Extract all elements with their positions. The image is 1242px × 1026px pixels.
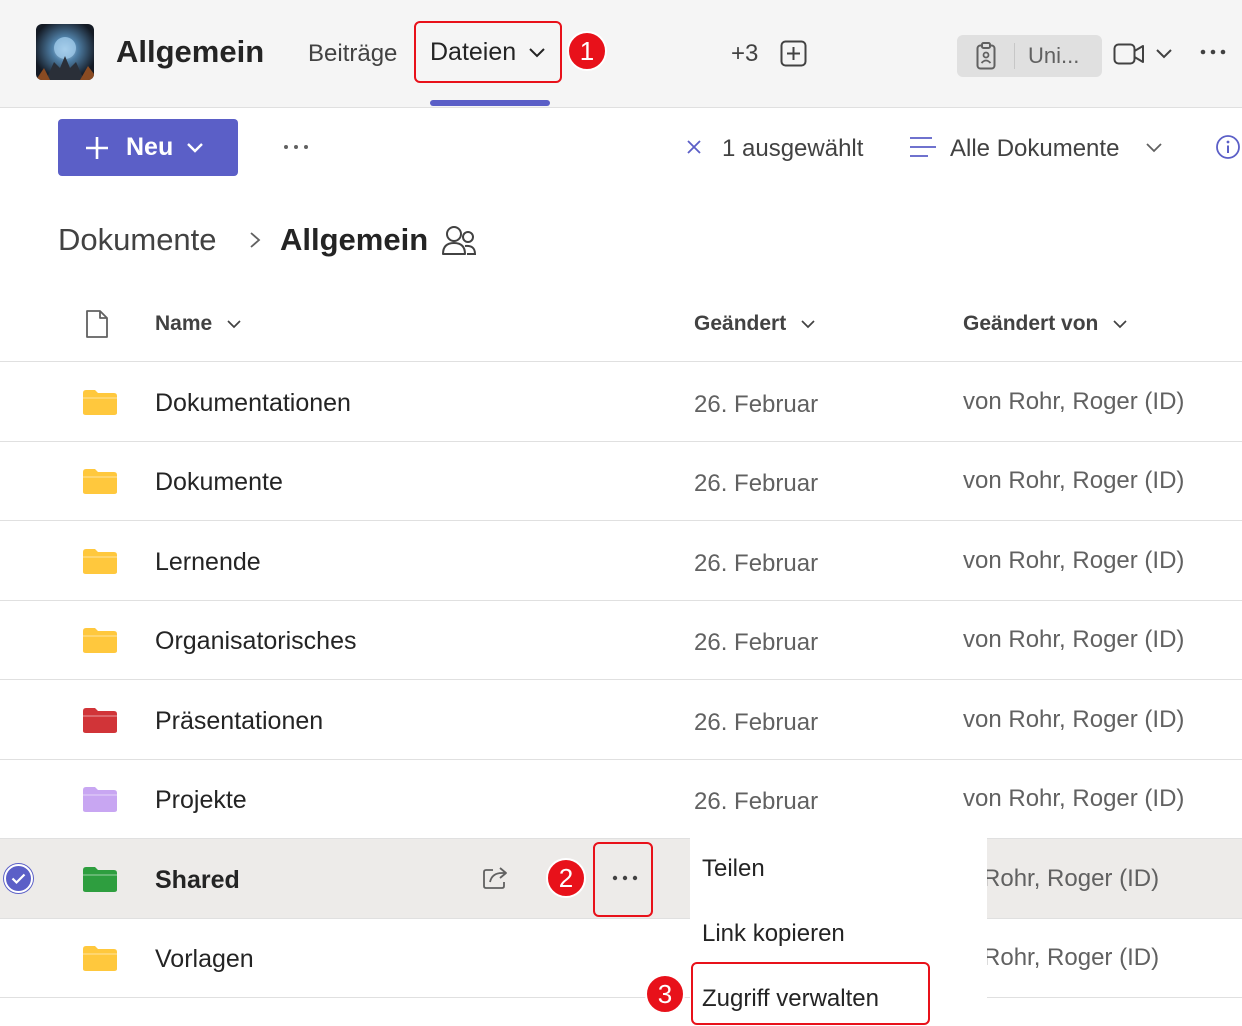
modified-by: von Rohr, Roger (ID) (963, 547, 1185, 574)
table-row[interactable]: Vorlagen n Rohr, Roger (ID) (0, 918, 1242, 998)
new-button-label: Neu (126, 133, 174, 161)
table-header: Name Geändert Geändert von (0, 282, 1242, 362)
more-tabs-button[interactable]: +3 (731, 40, 758, 68)
modified-by: von Rohr, Roger (ID) (963, 626, 1185, 653)
file-name: Dokumente (155, 468, 283, 496)
row-checkbox[interactable] (4, 864, 33, 893)
chevron-right-icon (250, 232, 261, 248)
step-badge-1: 1 (567, 31, 607, 71)
modified-by: von Rohr, Roger (ID) (963, 467, 1185, 494)
view-list-icon (910, 137, 936, 157)
file-type-icon[interactable] (85, 309, 109, 339)
folder-icon (83, 787, 117, 812)
chevron-down-icon (801, 320, 815, 329)
file-name: Lernende (155, 548, 261, 576)
modified-date: 26. Februar (694, 550, 819, 577)
new-button[interactable]: Neu (58, 119, 238, 176)
chevron-down-icon (227, 320, 241, 329)
folder-icon (83, 628, 117, 653)
add-tab-icon[interactable] (780, 40, 807, 67)
column-header-modified-by[interactable]: Geändert von (963, 312, 1128, 336)
modified-date: 26. Februar (694, 629, 819, 656)
plus-icon (86, 136, 108, 159)
folder-icon (83, 867, 117, 892)
table-row[interactable]: Lernende 26. Februar von Rohr, Roger (ID… (0, 521, 1242, 601)
chevron-down-icon[interactable] (1144, 138, 1164, 158)
table-row[interactable]: Dokumentationen 26. Februar von Rohr, Ro… (0, 362, 1242, 442)
column-header-label: Name (155, 312, 213, 335)
highlight-box-dateien (414, 21, 562, 83)
breadcrumb-current: Allgemein (280, 222, 429, 257)
folder-icon (83, 469, 117, 494)
view-selector[interactable]: Alle Dokumente (950, 135, 1119, 163)
table-row[interactable]: Dokumente 26. Februar von Rohr, Roger (I… (0, 441, 1242, 521)
highlight-box-zugriff (691, 962, 930, 1025)
tab-beitraege[interactable]: Beiträge (308, 40, 397, 68)
folder-icon (83, 549, 117, 574)
highlight-box-more-actions (593, 842, 653, 917)
file-name: Präsentationen (155, 707, 324, 735)
breadcrumb-root[interactable]: Dokumente (58, 222, 217, 258)
share-icon[interactable] (481, 863, 511, 891)
modified-date: 26. Februar (694, 470, 819, 497)
folder-icon (83, 390, 117, 415)
column-header-label: Geändert von (963, 312, 1099, 335)
file-name: Shared (155, 866, 240, 894)
top-bar: Allgemein Beiträge Dateien +3 Uni... (0, 0, 1242, 108)
modified-date: 26. Februar (694, 709, 819, 736)
menu-item-link-kopieren[interactable]: Link kopieren (702, 920, 845, 948)
table-row[interactable]: Präsentationen 26. Februar von Rohr, Rog… (0, 680, 1242, 760)
team-avatar[interactable] (36, 24, 94, 80)
file-name: Projekte (155, 786, 247, 814)
modified-by: von Rohr, Roger (ID) (963, 785, 1185, 812)
modified-by: von Rohr, Roger (ID) (963, 388, 1185, 415)
modified-by: n Rohr, Roger (ID) (963, 865, 1160, 892)
info-icon[interactable] (1215, 134, 1241, 160)
file-name: Vorlagen (155, 945, 254, 973)
chevron-down-icon[interactable] (1154, 44, 1174, 64)
file-name: Dokumentationen (155, 389, 351, 417)
clear-selection-icon[interactable] (684, 137, 704, 157)
modified-by: von Rohr, Roger (ID) (963, 706, 1185, 733)
step-badge-3: 3 (645, 974, 685, 1014)
column-header-label: Geändert (694, 312, 787, 335)
modified-by: n Rohr, Roger (ID) (963, 944, 1160, 971)
column-header-name[interactable]: Name (155, 312, 242, 336)
checkmark-icon (11, 873, 26, 885)
menu-item-teilen[interactable]: Teilen (702, 855, 765, 883)
step-badge-2: 2 (546, 858, 586, 898)
table-row[interactable]: Organisatorisches 26. Februar von Rohr, … (0, 600, 1242, 680)
folder-icon (83, 946, 117, 971)
table-row[interactable]: Projekte 26. Februar von Rohr, Roger (ID… (0, 759, 1242, 839)
clipboard-icon (957, 42, 1015, 70)
file-name: Organisatorisches (155, 627, 357, 655)
app-label: Uni... (1028, 43, 1080, 68)
chevron-down-icon (1113, 320, 1127, 329)
app-switcher[interactable]: Uni... (957, 35, 1102, 77)
folder-icon (83, 708, 117, 733)
modified-date: 26. Februar (694, 788, 819, 815)
selection-count: 1 ausgewählt (722, 135, 864, 162)
more-options-icon[interactable] (1199, 40, 1227, 64)
people-icon (442, 226, 477, 255)
modified-date: 26. Februar (694, 391, 819, 418)
more-commands-icon[interactable] (282, 136, 310, 158)
chevron-down-icon (187, 142, 204, 153)
video-call-icon[interactable] (1113, 41, 1145, 67)
team-title: Allgemein (116, 34, 265, 69)
column-header-modified[interactable]: Geändert (694, 312, 816, 336)
active-tab-indicator (430, 100, 550, 106)
